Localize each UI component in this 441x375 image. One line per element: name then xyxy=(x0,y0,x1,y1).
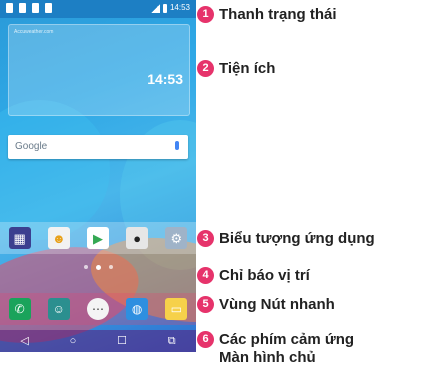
callout-text: Các phím cảm ứng xyxy=(219,331,355,348)
wallpaper-shape xyxy=(0,100,110,240)
battery-icon xyxy=(162,3,167,13)
phone-notification-icon xyxy=(6,3,13,13)
google-search-bar[interactable]: Google xyxy=(8,135,188,159)
download-icon xyxy=(32,3,39,13)
callout-text-block: Các phím cảm ứng Màn hình chủ xyxy=(219,331,354,367)
gear-icon: ⚙ xyxy=(170,230,183,246)
memo-app-icon[interactable]: ▭ xyxy=(165,298,188,320)
status-time: 14:53 xyxy=(169,3,190,12)
status-icons: 14:53 xyxy=(150,3,190,13)
clock-weather-widget[interactable]: Accuweather.com 14:53 xyxy=(8,24,190,116)
sim-icon xyxy=(45,3,52,13)
google-logo: Google xyxy=(15,141,48,152)
widget-clock: 14:53 xyxy=(147,71,183,87)
phone-app-icon[interactable]: ✆ xyxy=(8,298,31,320)
mic-icon[interactable] xyxy=(175,141,179,150)
smiley-icon: ☻ xyxy=(51,230,66,246)
callout-4: 4 Chỉ báo vị trí xyxy=(197,267,310,285)
dual-window-icon[interactable]: ⧉ xyxy=(168,335,176,347)
callout-3: 3 Biểu tượng ứng dụng xyxy=(197,230,375,248)
play-store-icon[interactable]: ▶ xyxy=(86,227,109,249)
app-icon[interactable]: ☻ xyxy=(47,227,70,249)
settings-icon[interactable]: ⚙ xyxy=(165,227,188,249)
home-icon[interactable]: ○ xyxy=(70,335,77,347)
browser-app-icon[interactable]: ◍ xyxy=(126,298,149,320)
widget-source: Accuweather.com xyxy=(14,29,54,35)
page-dot-active[interactable] xyxy=(95,264,101,270)
notification-icons xyxy=(6,3,52,13)
back-icon[interactable]: ◁ xyxy=(20,335,28,347)
lens-icon: ● xyxy=(133,230,142,246)
callout-text: Biểu tượng ứng dụng xyxy=(219,230,375,247)
callout-5: 5 Vùng Nút nhanh xyxy=(197,296,335,314)
callout-number: 5 xyxy=(197,296,214,313)
contacts-app-icon[interactable]: ☺ xyxy=(47,298,70,320)
recents-icon[interactable]: ☐ xyxy=(117,335,127,347)
notification-icon xyxy=(19,3,26,13)
callout-text: Vùng Nút nhanh xyxy=(219,296,335,313)
callout-text: Thanh trạng thái xyxy=(219,6,337,23)
quick-button-area: ✆ ☺ ⋯ ◍ ▭ xyxy=(0,293,196,325)
apps-drawer-icon[interactable]: ⋯ xyxy=(86,298,109,320)
callout-number: 2 xyxy=(197,60,214,77)
callout-1: 1 Thanh trạng thái xyxy=(197,6,337,24)
callout-text: Chỉ báo vị trí xyxy=(219,267,310,284)
callout-number: 4 xyxy=(197,267,214,284)
page-indicator xyxy=(0,264,196,270)
callout-number: 3 xyxy=(197,230,214,247)
callout-text-line2: Màn hình chủ xyxy=(219,349,316,366)
callout-2: 2 Tiện ích xyxy=(197,60,275,78)
callout-text: Tiện ích xyxy=(219,60,276,77)
callout-6: 6 Các phím cảm ứng Màn hình chủ xyxy=(197,331,354,367)
app-icons-row: ▦ ☻ ▶ ● ⚙ xyxy=(0,222,196,254)
callout-number: 1 xyxy=(197,6,214,23)
status-bar[interactable]: 14:53 xyxy=(0,0,196,18)
signal-icon xyxy=(150,3,160,13)
camera-icon[interactable]: ● xyxy=(126,227,149,249)
app-icon[interactable]: ▦ xyxy=(8,227,31,249)
phone-home-screen: 14:53 Accuweather.com 14:53 Google ▦ ☻ ▶… xyxy=(0,0,196,352)
callout-number: 6 xyxy=(197,331,214,348)
grid-icon: ▦ xyxy=(13,230,26,246)
page-dot[interactable] xyxy=(108,265,113,269)
page-dot[interactable] xyxy=(83,265,88,269)
home-touch-buttons: ◁ ○ ☐ ⧉ xyxy=(0,330,196,352)
play-icon: ▶ xyxy=(92,230,103,246)
